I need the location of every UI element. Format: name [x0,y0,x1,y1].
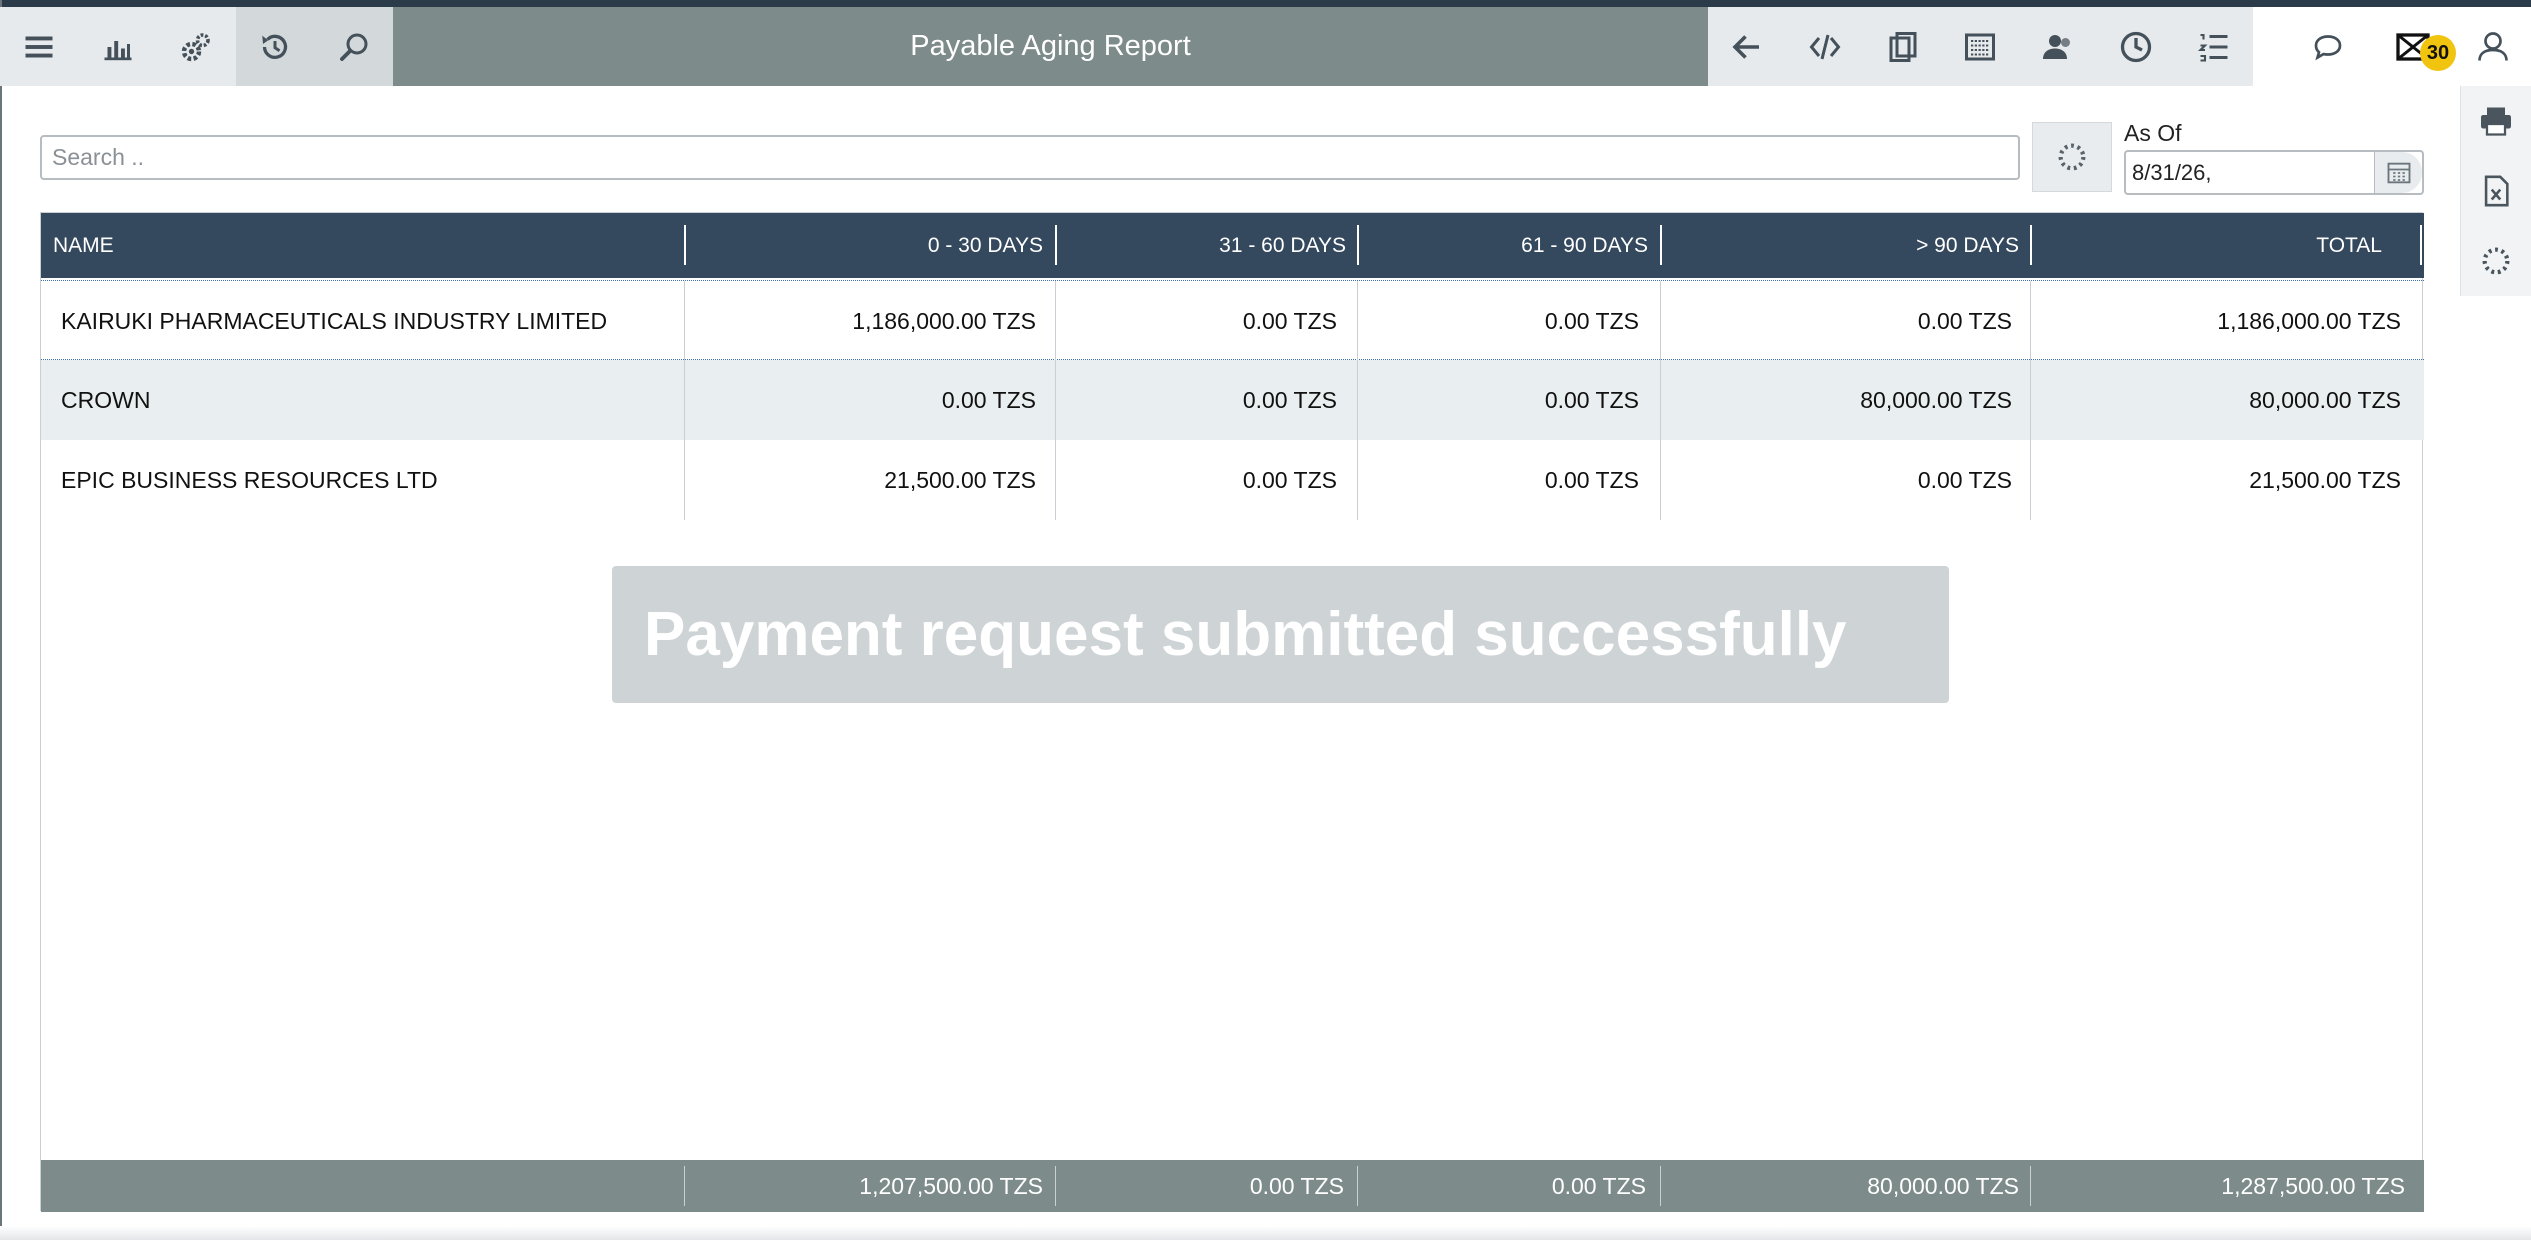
chat-bubble-icon[interactable] [2293,7,2363,86]
code-icon[interactable] [1790,7,1860,86]
cell-divider [1055,281,1056,361]
column-header-0-30[interactable]: 0 - 30 DAYS [686,213,1043,278]
table-row[interactable]: KAIRUKI PHARMACEUTICALS INDUSTRY LIMITED… [41,280,2424,361]
cell-divider [1660,281,1661,361]
history-icon[interactable] [235,7,315,86]
user-icon[interactable] [2458,7,2528,86]
cell-divider [1357,1166,1358,1206]
table-header: NAME 0 - 30 DAYS 31 - 60 DAYS 61 - 90 DA… [41,213,2424,278]
as-of-label: As Of [2124,120,2182,146]
cell-divider [684,281,685,361]
toolbar: Payable Aging Report 30 [0,7,2531,86]
as-of-field [2124,150,2424,195]
amount-31-60: 0.00 TZS [1242,386,1337,413]
total-31-60: 0.00 TZS [1249,1172,1344,1199]
amount-61-90: 0.00 TZS [1544,386,1639,413]
cell-divider [1357,440,1358,520]
total-90-plus: 80,000.00 TZS [1867,1172,2019,1199]
clipboard-icon[interactable] [1868,7,1938,86]
cell-divider [2030,281,2031,361]
total-61-90: 0.00 TZS [1551,1172,1646,1199]
cell-divider [1660,360,1661,440]
cell-divider [684,1166,685,1206]
page-title: Payable Aging Report [393,7,1708,86]
toolbar-right [1708,7,2253,86]
amount-total: 1,186,000.00 TZS [2217,307,2401,334]
cell-divider [1055,440,1056,520]
bottom-shadow [0,1226,2531,1240]
print-icon[interactable] [2461,86,2531,156]
amount-90-plus: 0.00 TZS [1917,307,2012,334]
column-header-total[interactable]: TOTAL [2032,213,2382,278]
amount-90-plus: 0.00 TZS [1917,466,2012,493]
cell-divider [1660,1166,1661,1206]
excel-icon[interactable] [2461,156,2531,226]
refresh-icon[interactable] [2461,226,2531,296]
left-edge [0,0,2,1240]
amount-0-30: 21,500.00 TZS [884,466,1036,493]
success-toast: Payment request submitted successfully [612,566,1949,703]
amount-31-60: 0.00 TZS [1242,466,1337,493]
table-row[interactable]: CROWN 0.00 TZS 0.00 TZS 0.00 TZS 80,000.… [41,360,2424,440]
amount-total: 21,500.00 TZS [2249,466,2401,493]
amount-90-plus: 80,000.00 TZS [1860,386,2012,413]
search-icon[interactable] [314,7,393,86]
gears-icon[interactable] [157,7,236,86]
calendar-icon[interactable] [2374,152,2422,193]
vendor-name: KAIRUKI PHARMACEUTICALS INDUSTRY LIMITED [61,307,608,334]
amount-total: 80,000.00 TZS [2249,386,2401,413]
mail-badge: 30 [2420,35,2456,71]
refresh-button[interactable] [2032,122,2112,192]
table-row[interactable]: EPIC BUSINESS RESOURCES LTD 21,500.00 TZ… [41,440,2424,520]
bar-chart-icon[interactable] [79,7,158,86]
vendor-name: EPIC BUSINESS RESOURCES LTD [61,466,438,493]
column-header-31-60[interactable]: 31 - 60 DAYS [1057,213,1346,278]
aging-table: NAME 0 - 30 DAYS 31 - 60 DAYS 61 - 90 DA… [40,212,2424,1212]
cell-divider [684,440,685,520]
cell-divider [1357,281,1358,361]
cell-divider [1357,360,1358,440]
column-header-name[interactable]: NAME [53,213,653,278]
amount-61-90: 0.00 TZS [1544,466,1639,493]
menu-icon[interactable] [0,7,79,86]
as-of-input[interactable] [2132,158,2352,188]
totals-row: 1,207,500.00 TZS 0.00 TZS 0.00 TZS 80,00… [41,1160,2424,1212]
column-divider [2420,225,2422,265]
vendor-name: CROWN [61,386,151,413]
clock-icon[interactable] [2101,7,2171,86]
amount-31-60: 0.00 TZS [1242,307,1337,334]
amount-0-30: 0.00 TZS [941,386,1036,413]
cell-divider [2030,440,2031,520]
app-page: Payable Aging Report 30 Search .. As Of … [0,0,2531,1240]
keyboard-icon[interactable] [1945,7,2015,86]
amount-0-30: 1,186,000.00 TZS [852,307,1036,334]
cell-divider [1660,440,1661,520]
column-header-61-90[interactable]: 61 - 90 DAYS [1359,213,1648,278]
total-0-30: 1,207,500.00 TZS [859,1172,1043,1199]
list-icon[interactable] [2179,7,2249,86]
search-input[interactable] [40,135,2020,180]
totals-label [53,1160,673,1212]
cell-divider [1055,1166,1056,1206]
cell-divider [2030,1166,2031,1206]
side-actions [2460,86,2531,296]
cell-divider [684,360,685,440]
toolbar-left [0,7,393,86]
back-arrow-icon[interactable] [1712,7,1782,86]
amount-61-90: 0.00 TZS [1544,307,1639,334]
total-grand: 1,287,500.00 TZS [2221,1172,2405,1199]
toolbar-user [2253,7,2531,86]
toast-message: Payment request submitted successfully [644,600,1847,669]
users-icon[interactable] [2023,7,2093,86]
cell-divider [2030,360,2031,440]
top-stripe [0,0,2531,7]
column-header-90-plus[interactable]: > 90 DAYS [1662,213,2019,278]
cell-divider [1055,360,1056,440]
